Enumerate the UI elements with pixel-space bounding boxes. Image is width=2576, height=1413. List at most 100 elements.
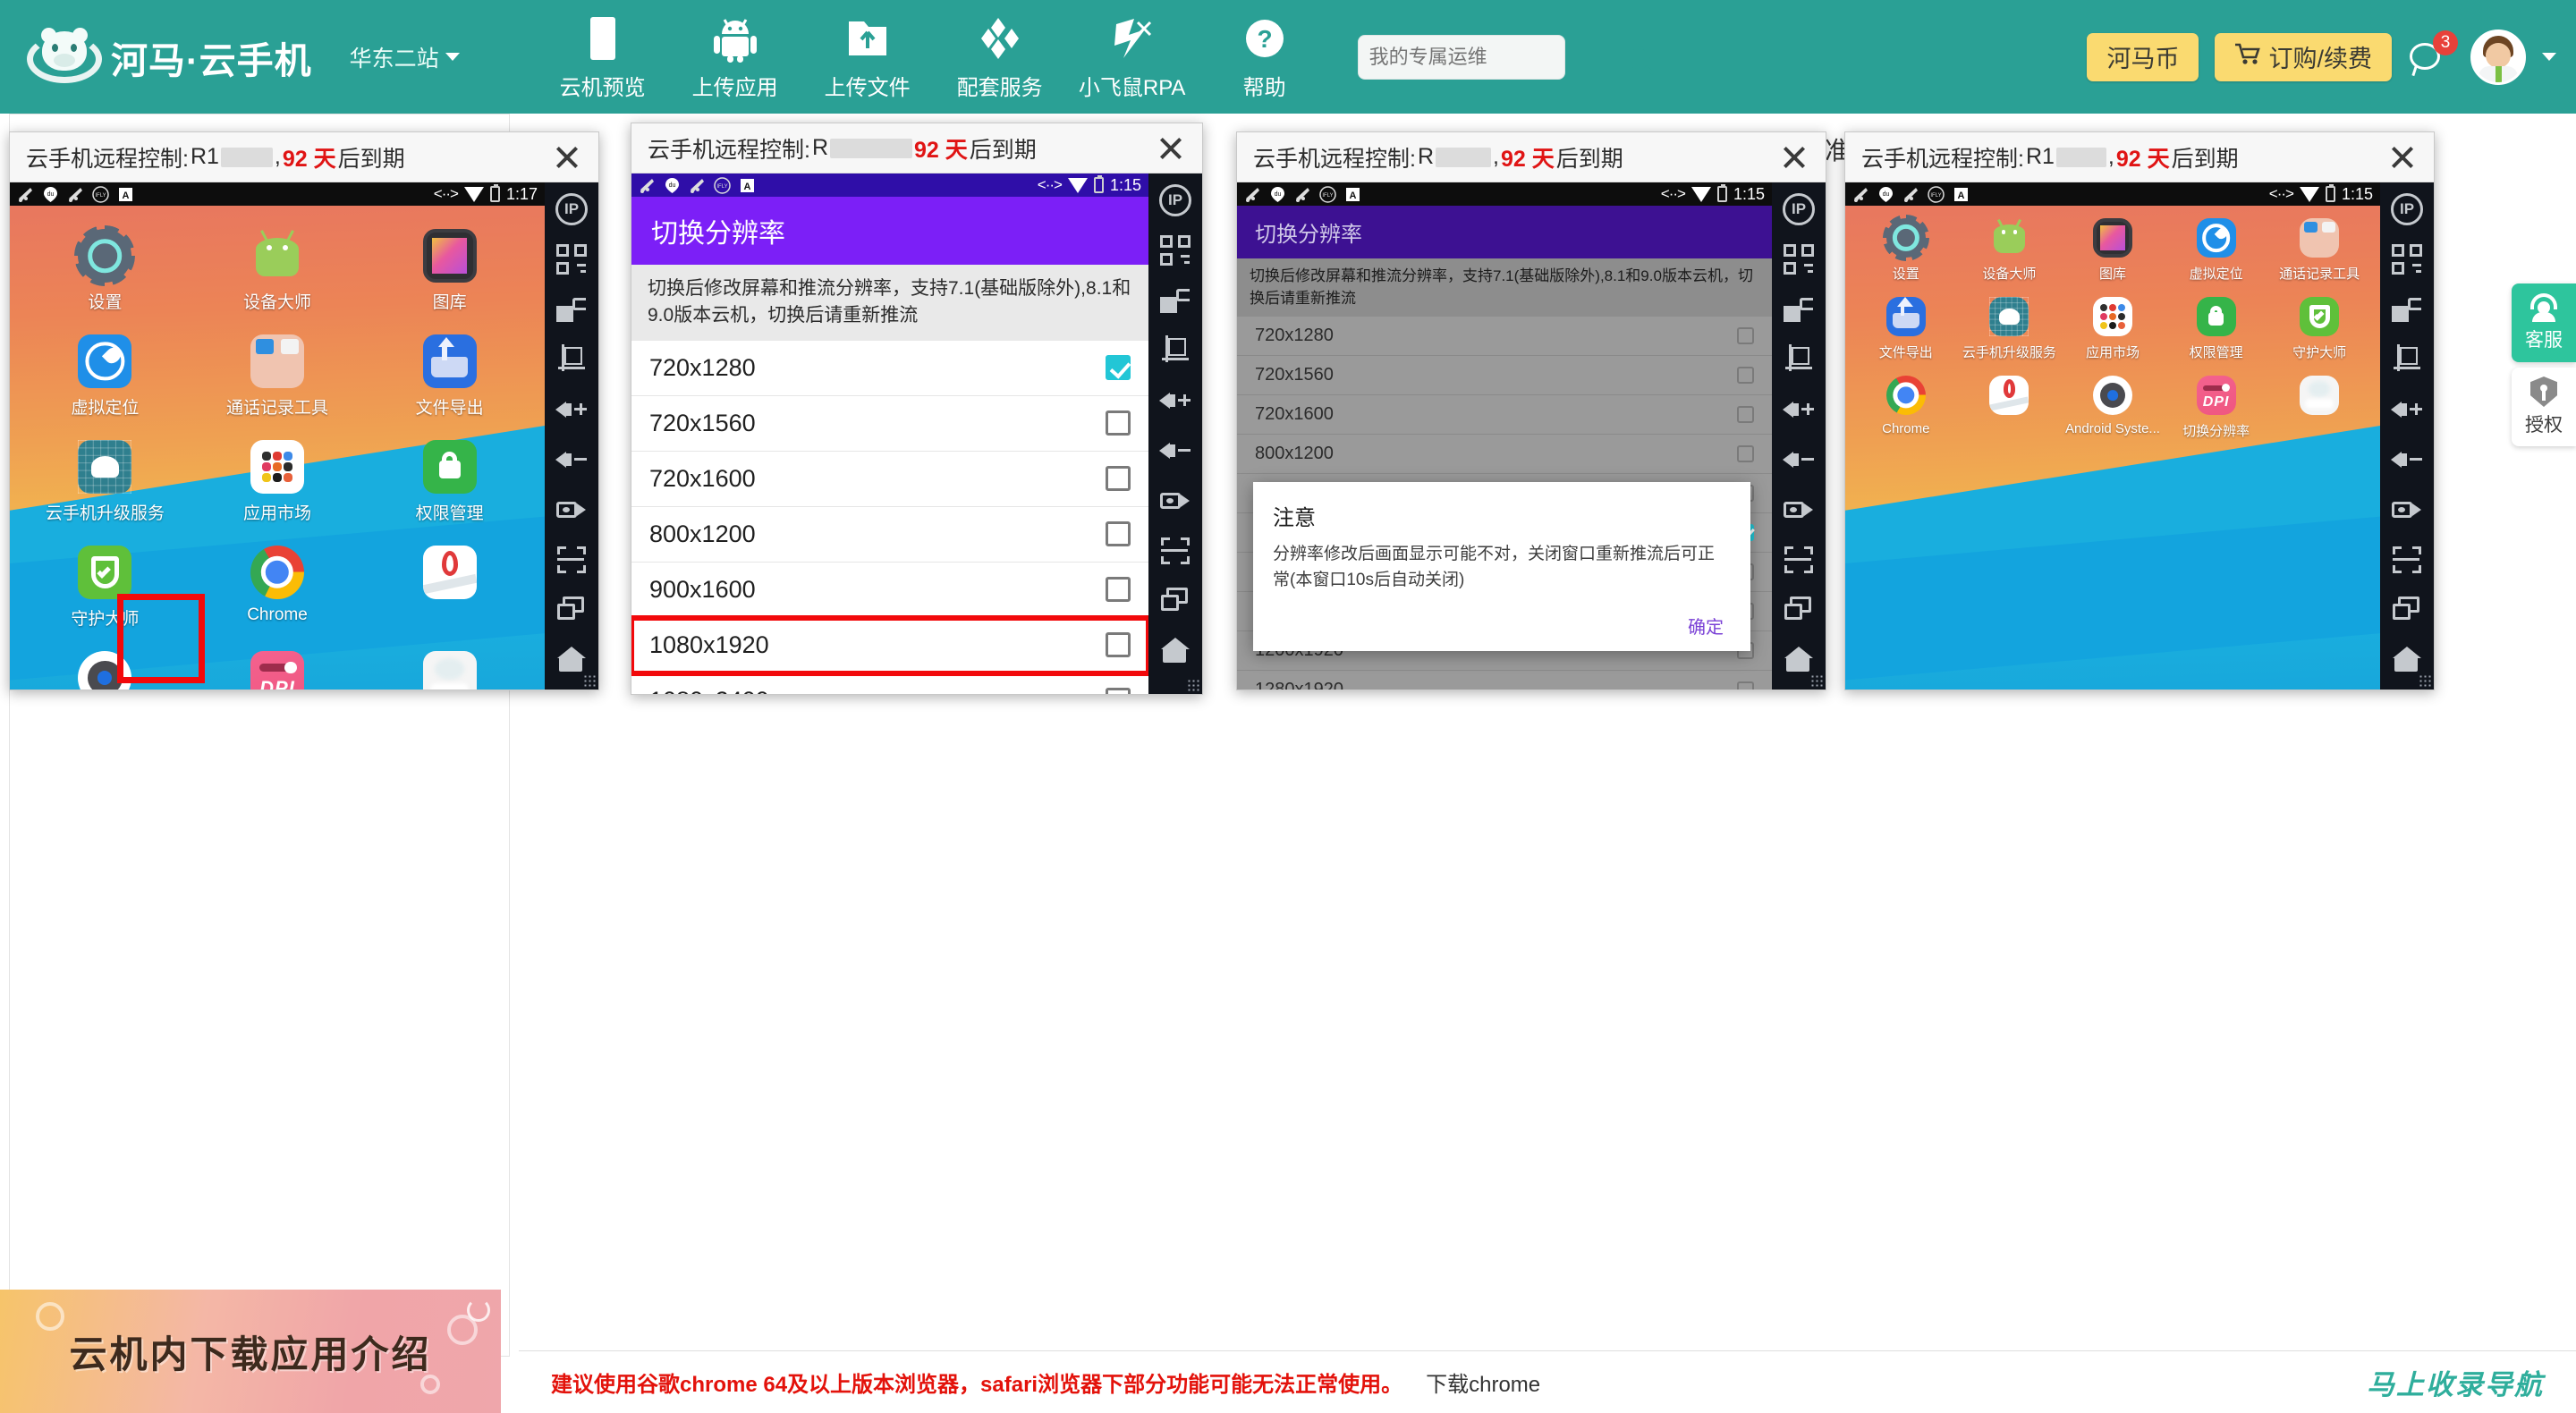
resize-handle[interactable]	[1187, 679, 1199, 691]
scan-icon[interactable]	[555, 544, 588, 576]
app-upgrade-service[interactable]: 云手机升级服务	[19, 440, 191, 524]
volume-up-icon[interactable]	[1159, 385, 1191, 417]
recent-apps-icon[interactable]	[1783, 594, 1815, 626]
dialog-confirm-button[interactable]: 确定	[1681, 614, 1731, 641]
region-selector[interactable]: 华东二站	[350, 41, 460, 73]
notice-dialog[interactable]: 注意 分辨率修改后画面显示可能不对，关闭窗口重新推流后可正常(本窗口10s后自动…	[1253, 482, 1750, 651]
window-titlebar[interactable]: 云手机远程控制: R1, 92 天 后到期	[1845, 132, 2434, 182]
order-renew-button[interactable]: 订购/续费	[2215, 32, 2392, 81]
close-icon[interactable]	[2387, 142, 2418, 173]
resolution-checkbox[interactable]	[1106, 688, 1131, 694]
crop-icon[interactable]	[1159, 334, 1191, 367]
resolution-row[interactable]: 900x1600	[631, 563, 1148, 618]
remote-screen-2[interactable]: du IFLY A <··> 1:15 切换分辨率 切换后修改屏幕和推流分辨率，…	[631, 173, 1148, 694]
resolution-checkbox[interactable]	[1106, 355, 1131, 381]
nav-item-upload-file[interactable]: 上传文件	[801, 13, 934, 101]
scan-icon[interactable]	[1159, 535, 1191, 567]
remote-window-4[interactable]: 云手机远程控制: R1, 92 天 后到期 du IFLY A <··> 1:1…	[1844, 131, 2435, 690]
resize-handle[interactable]	[2419, 674, 2431, 687]
qr-icon[interactable]	[1159, 234, 1191, 267]
resolution-checkbox[interactable]	[1106, 577, 1131, 603]
nav-item-help[interactable]: ? 帮助	[1199, 13, 1331, 101]
app-android-system[interactable]: Android Syste...	[2061, 376, 2165, 440]
camera-record-icon[interactable]	[1159, 485, 1191, 517]
app-permission[interactable]: 权限管理	[363, 440, 536, 524]
resolution-row[interactable]: 720x1560	[1237, 356, 1772, 396]
resolution-row[interactable]: 800x1200	[631, 507, 1148, 563]
app-permission[interactable]: 权限管理	[2165, 297, 2268, 361]
ip-icon[interactable]: IP	[1783, 193, 1815, 225]
camera-record-icon[interactable]	[1783, 494, 1815, 526]
resolution-row-highlighted[interactable]: 1080x1920	[631, 614, 1148, 676]
app-map[interactable]	[363, 546, 536, 630]
nav-item-upload-app[interactable]: 上传应用	[669, 13, 801, 101]
customer-service-button[interactable]: 客服	[2512, 283, 2576, 362]
resolution-checkbox[interactable]	[1106, 632, 1131, 658]
volume-up-icon[interactable]	[555, 393, 588, 426]
remote-window-1[interactable]: 云手机远程控制: R1, 92 天 后到期 du IFLY A <··> 1:1…	[9, 131, 599, 690]
volume-down-icon[interactable]	[1783, 444, 1815, 476]
volume-up-icon[interactable]	[2391, 393, 2423, 426]
volume-down-icon[interactable]	[2391, 444, 2423, 476]
recent-apps-icon[interactable]	[2391, 594, 2423, 626]
search-icon[interactable]	[1626, 45, 1650, 69]
resolution-checkbox[interactable]	[1737, 445, 1754, 463]
app-device-master[interactable]: 设备大师	[1958, 218, 2062, 283]
file-transfer-icon[interactable]	[1159, 284, 1191, 317]
qr-icon[interactable]	[1783, 243, 1815, 275]
home-icon[interactable]	[555, 644, 588, 676]
resize-handle[interactable]	[1810, 674, 1823, 687]
app-gallery[interactable]: 图库	[2061, 218, 2165, 283]
app-dpi-switch[interactable]: DPI 切换分辨率	[191, 651, 364, 690]
app-guard-master[interactable]: 守护大师	[19, 546, 191, 630]
app-virtual-location[interactable]: 虚拟定位	[19, 334, 191, 419]
remote-screen-1[interactable]: du IFLY A <··> 1:17 设置 设备大师 图库 虚拟定位 通话记录…	[10, 182, 545, 690]
authorization-button[interactable]: 授权	[2512, 368, 2576, 446]
ip-icon[interactable]: IP	[2391, 193, 2423, 225]
close-icon[interactable]	[552, 142, 582, 173]
resize-handle[interactable]	[583, 674, 596, 687]
resolution-checkbox[interactable]	[1737, 327, 1754, 345]
remote-window-2[interactable]: 云手机远程控制: R 92 天 后到期 du IFLY A <··> 1:15 …	[631, 123, 1203, 695]
scan-icon[interactable]	[1783, 544, 1815, 576]
app-market[interactable]: 应用市场	[191, 440, 364, 524]
app-device-master[interactable]: 设备大师	[191, 229, 364, 313]
avatar[interactable]	[2470, 29, 2526, 85]
app-map[interactable]	[1958, 376, 2062, 440]
remote-screen-4[interactable]: du IFLY A <··> 1:15 设置 设备大师 图库 虚拟定位 通话记录…	[1845, 182, 2380, 690]
download-chrome-link[interactable]: 下载chrome	[1426, 1366, 1540, 1398]
home-icon[interactable]	[2391, 644, 2423, 676]
account-chevron-down-icon[interactable]	[2542, 53, 2556, 61]
crop-icon[interactable]	[2391, 343, 2423, 376]
file-transfer-icon[interactable]	[2391, 293, 2423, 326]
camera-record-icon[interactable]	[2391, 494, 2423, 526]
app-android-system[interactable]: Android System...	[19, 651, 191, 690]
volume-down-icon[interactable]	[1159, 435, 1191, 467]
close-icon[interactable]	[1156, 133, 1186, 164]
resolution-row[interactable]: 1080x2400	[631, 673, 1148, 694]
home-icon[interactable]	[1783, 644, 1815, 676]
app-file-export[interactable]: 文件导出	[363, 334, 536, 419]
resolution-checkbox[interactable]	[1737, 681, 1754, 690]
coin-button[interactable]: 河马币	[2087, 32, 2199, 81]
app-settings[interactable]: 设置	[1854, 218, 1958, 283]
remote-window-3[interactable]: 云手机远程控制: R, 92 天 后到期 du IFLY A <··> 1:15…	[1236, 131, 1826, 690]
app-call-log[interactable]: 通话记录工具	[2267, 218, 2371, 283]
resolution-row[interactable]: 1280x1920	[1237, 671, 1772, 690]
resolution-row[interactable]: 720x1600	[1237, 395, 1772, 436]
nav-item-rpa[interactable]: 小飞鼠RPA	[1066, 13, 1199, 101]
resolution-row[interactable]: 720x1600	[631, 452, 1148, 507]
resolution-checkbox[interactable]	[1106, 521, 1131, 547]
window-titlebar[interactable]: 云手机远程控制: R1, 92 天 后到期	[10, 132, 598, 182]
app-settings[interactable]: 设置	[19, 229, 191, 313]
app-chrome[interactable]: Chrome	[1854, 376, 1958, 440]
nav-item-services[interactable]: 配套服务	[934, 13, 1066, 101]
resolution-row[interactable]: 800x1200	[1237, 435, 1772, 475]
app-file-export[interactable]: 文件导出	[1854, 296, 1958, 361]
brand-logo[interactable]: 河马·云手机	[23, 24, 312, 90]
app-dpi-switch[interactable]: DPI 切换分辨率	[2165, 376, 2268, 440]
window-titlebar[interactable]: 云手机远程控制: R, 92 天 后到期	[1237, 132, 1826, 182]
window-titlebar[interactable]: 云手机远程控制: R 92 天 后到期	[631, 123, 1202, 173]
remote-screen-3[interactable]: du IFLY A <··> 1:15 切换分辨率 切换后修改屏幕和推流分辨率，…	[1237, 182, 1772, 690]
app-gallery[interactable]: 图库	[363, 229, 536, 313]
